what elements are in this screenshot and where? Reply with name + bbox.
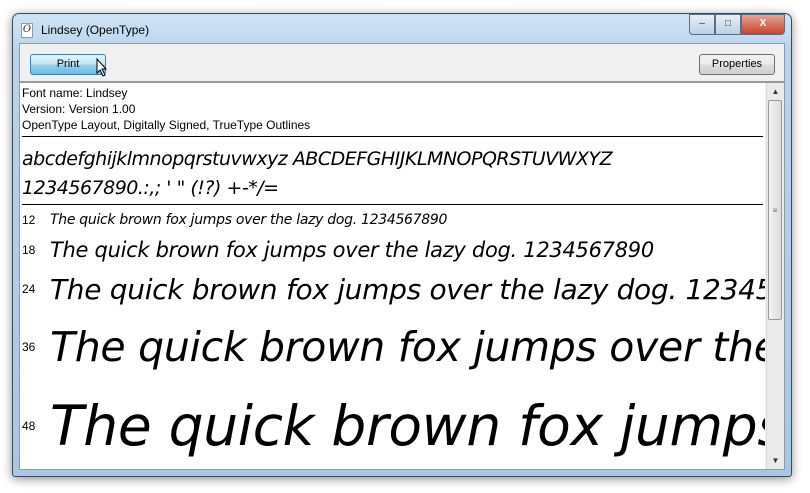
mouse-cursor-icon: [96, 58, 108, 77]
sample-row: 24 The quick brown fox jumps over the laz…: [20, 267, 765, 311]
glyph-numbers: 1234567890.:,; ' " (!?) +-*/=: [22, 177, 279, 199]
sample-text: The quick brown fox jumps over the lazy …: [50, 323, 765, 371]
window-title: Lindsey (OpenType): [41, 23, 150, 37]
maximize-button[interactable]: □: [715, 14, 741, 35]
sample-row: 48 The quick brown fox jumps over the laz…: [20, 383, 765, 469]
scrollbar-thumb[interactable]: ≡: [768, 100, 782, 320]
scroll-down-arrow-icon[interactable]: ▼: [767, 452, 784, 469]
sample-row: 18 The quick brown fox jumps over the laz…: [20, 233, 765, 267]
sample-size: 24: [22, 282, 36, 296]
client-area: Print Properties Font name: Lindsey Vers…: [19, 43, 785, 470]
properties-button[interactable]: Properties: [699, 54, 775, 75]
close-button[interactable]: X: [741, 14, 785, 35]
sample-text: The quick brown fox jumps over the lazy …: [50, 272, 765, 306]
font-viewer-window: O Lindsey (OpenType) – □ X Print Propert…: [12, 13, 792, 477]
sample-size: 18: [22, 243, 36, 257]
scroll-up-arrow-icon[interactable]: ▲: [767, 83, 784, 100]
vertical-scrollbar[interactable]: ▲ ≡ ▼: [766, 83, 784, 469]
sample-row: 36 The quick brown fox jumps over the laz…: [20, 311, 765, 383]
font-name: Font name: Lindsey: [22, 86, 128, 100]
print-button[interactable]: Print: [30, 54, 106, 75]
sample-text: The quick brown fox jumps over the lazy …: [50, 212, 448, 228]
glyph-letters: abcdefghijklmnopqrstuvwxyz ABCDEFGHIJKLM…: [22, 148, 613, 170]
minimize-button[interactable]: –: [689, 14, 715, 35]
opentype-font-icon: O: [21, 23, 33, 38]
sample-size: 48: [22, 419, 36, 433]
sample-row: 12 The quick brown fox jumps over the laz…: [20, 207, 765, 233]
font-version: Version: Version 1.00: [22, 102, 136, 116]
title-bar[interactable]: O Lindsey (OpenType) – □ X: [13, 14, 791, 44]
sample-text: The quick brown fox jumps over the lazy …: [50, 394, 765, 458]
divider: [22, 204, 763, 205]
font-features: OpenType Layout, Digitally Signed, TrueT…: [22, 118, 311, 132]
toolbar: Print Properties: [20, 44, 784, 83]
sample-size: 36: [22, 340, 36, 354]
sample-size: 12: [22, 213, 36, 227]
sample-text: The quick brown fox jumps over the lazy …: [50, 238, 654, 262]
font-preview: Font name: Lindsey Version: Version 1.00…: [20, 83, 765, 469]
